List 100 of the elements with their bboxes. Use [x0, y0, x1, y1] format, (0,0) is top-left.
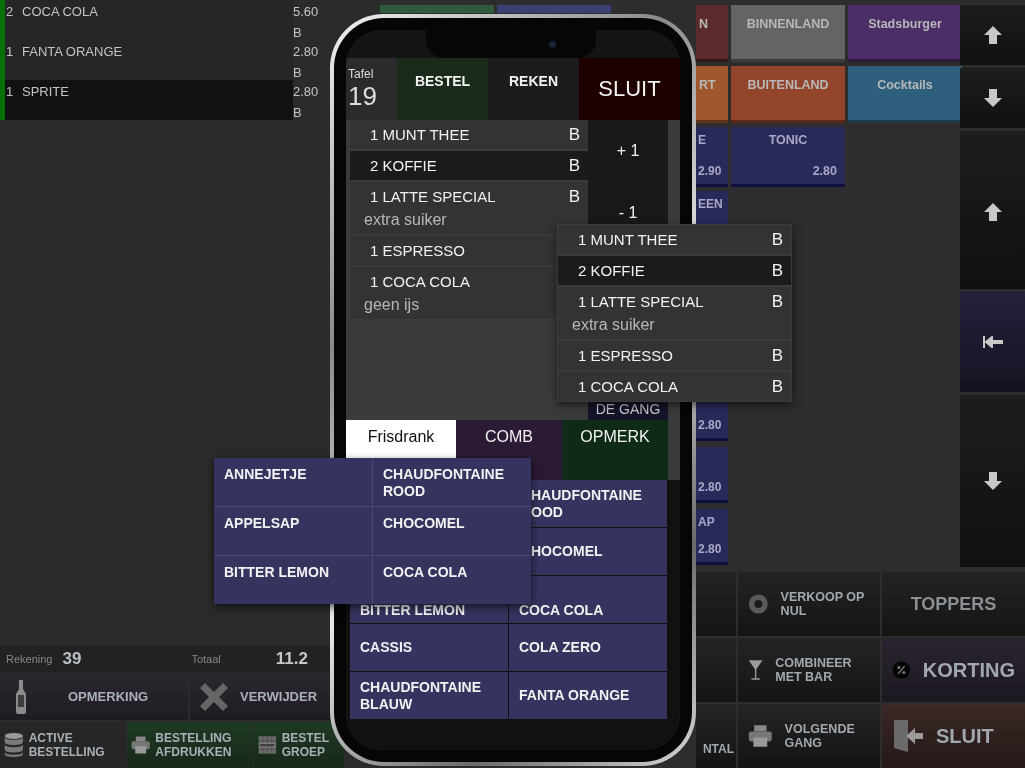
order-price: 5.60 — [293, 4, 320, 19]
arrow-down-icon — [983, 89, 1002, 107]
order-line-text: 1 LATTE SPECIAL — [370, 188, 496, 205]
product-price: 2.90 — [698, 164, 722, 178]
function-button[interactable]: SLUIT — [882, 704, 1025, 768]
category-tile[interactable]: Stadsburger — [848, 5, 962, 62]
arrow-up-icon — [983, 26, 1002, 44]
category-tab[interactable]: OPMERK — [562, 420, 668, 480]
order-line-note: extra suiker — [571, 316, 655, 335]
product-button[interactable]: CHAUDFONTAINE BLAUW — [350, 672, 508, 719]
category-label: Cocktails — [877, 78, 933, 94]
order-line-status: B — [568, 155, 580, 176]
category-label: N — [699, 17, 709, 33]
function-button[interactable] — [696, 572, 736, 636]
order-item-name: COCA COLA — [22, 3, 99, 21]
product-price: 2.80 — [698, 480, 722, 494]
product-name: AP — [698, 515, 715, 529]
header-button[interactable]: BESTEL — [397, 58, 488, 120]
delete-button[interactable]: VERWIJDER — [190, 673, 330, 720]
total-amount: 11.2 — [275, 649, 308, 669]
bottom-tab[interactable]: BESTELLING AFDRUKKEN — [127, 722, 253, 768]
order-line-note: extra suiker — [363, 211, 447, 230]
order-line-status: B — [771, 376, 783, 397]
order-line-text: 1 COCA COLA — [578, 378, 679, 395]
order-status: B — [293, 105, 303, 120]
order-line-text: 1 LATTE SPECIAL — [578, 293, 704, 310]
table-number: 19 — [348, 81, 378, 112]
order-line-status: B — [568, 186, 580, 207]
category-tile[interactable] — [497, 5, 611, 13]
order-item-name: FANTA ORANGE — [22, 43, 124, 61]
product-button[interactable]: COLA ZERO — [509, 624, 667, 671]
order-line-text: 2 KOFFIE — [370, 157, 437, 174]
bottom-tab[interactable]: ACTIVE BESTELLING — [0, 722, 126, 768]
function-button[interactable]: VOLGENDE GANG — [738, 704, 880, 768]
order-quantity: 1 — [5, 43, 15, 61]
product-button[interactable]: ANNEJETJE — [214, 458, 372, 506]
order-line-text: 1 MUNT THEE — [370, 126, 470, 143]
account-label: Rekening — [6, 653, 53, 665]
product-button[interactable]: COCA COLA — [373, 556, 531, 604]
product-name: E — [698, 133, 706, 147]
scroll-up-button[interactable] — [960, 5, 1025, 65]
order-line-text: 2 KOFFIE — [578, 262, 645, 279]
bottle-icon — [14, 678, 28, 715]
order-line-status: B — [771, 345, 783, 366]
category-label: BUITENLAND — [747, 78, 829, 94]
product-price: 2.80 — [698, 542, 722, 556]
product-button[interactable]: BITTER LEMON — [214, 556, 372, 604]
order-line-text: 1 ESPRESSO — [578, 347, 674, 364]
category-tile[interactable]: N — [696, 5, 728, 62]
category-label: Stadsburger — [868, 17, 942, 33]
product-button[interactable]: CASSIS — [350, 624, 508, 671]
order-line-status: B — [568, 124, 580, 145]
product-name: EEN — [698, 197, 723, 211]
order-line-status: B — [771, 260, 783, 281]
product-button[interactable]: FANTA ORANGE — [509, 672, 667, 719]
account-number: 39 — [62, 649, 82, 669]
order-item-name: SPRITE — [22, 83, 70, 101]
order-line-text: 1 ESPRESSO — [370, 242, 466, 259]
function-button[interactable]: TOPPERS — [882, 572, 1025, 636]
header-button[interactable]: REKEN — [488, 58, 579, 120]
product-button[interactable]: CHAUDFONTAINE ROOD — [373, 458, 531, 506]
category-label: BINNENLAND — [746, 17, 830, 33]
order-line-status: B — [771, 229, 783, 250]
order-line-note: geen ijs — [363, 296, 420, 315]
arrow-down-icon — [983, 472, 1002, 490]
product-name: TONIC — [768, 133, 808, 147]
function-button[interactable] — [696, 638, 736, 702]
category-tile[interactable] — [380, 5, 494, 13]
function-button[interactable]: KORTING — [882, 638, 1025, 702]
function-button[interactable]: COMBINEER MET BAR — [738, 638, 880, 702]
note-button[interactable]: OPMERKING — [0, 673, 188, 720]
table-label: Tafel — [348, 67, 375, 81]
order-line-text: 1 COCA COLA — [370, 273, 471, 290]
function-button[interactable]: NTAL — [696, 704, 736, 768]
order-price: 2.80 — [293, 84, 320, 99]
order-price: 2.80 — [293, 44, 320, 59]
product-tile[interactable]: 2.80 — [696, 447, 728, 503]
arrow-to-start-icon — [982, 336, 1003, 348]
order-row[interactable]: 1 SPRITE 2.80 B — [5, 80, 328, 120]
product-tile[interactable]: AP 2.80 — [696, 509, 728, 565]
first-page-button[interactable] — [960, 292, 1025, 392]
function-button[interactable]: VERKOOP OP NUL — [738, 572, 880, 636]
product-tile[interactable]: E 2.90 — [696, 127, 728, 187]
bottom-tab[interactable]: BESTEL GROEP — [254, 722, 345, 768]
order-status: B — [293, 25, 303, 40]
product-button[interactable]: COCA COLA — [509, 576, 667, 623]
scroll-down-button[interactable] — [960, 68, 1025, 128]
product-button[interactable]: APPELSAP — [214, 507, 372, 555]
door-arrow-icon — [892, 719, 924, 753]
header-button[interactable]: SLUIT — [579, 58, 680, 120]
order-quantity: 2 — [5, 3, 15, 21]
product-tile[interactable]: TONIC 2.80 — [731, 127, 845, 187]
category-label: RT — [699, 78, 716, 94]
order-quantity: 1 — [5, 83, 15, 101]
product-price: 2.80 — [698, 418, 722, 432]
total-label: Totaal — [191, 653, 221, 665]
arrow-up-icon — [983, 203, 1002, 221]
product-price: 2.80 — [812, 164, 837, 178]
product-button[interactable]: CHOCOMEL — [373, 507, 531, 555]
order-line-status: B — [771, 291, 783, 312]
